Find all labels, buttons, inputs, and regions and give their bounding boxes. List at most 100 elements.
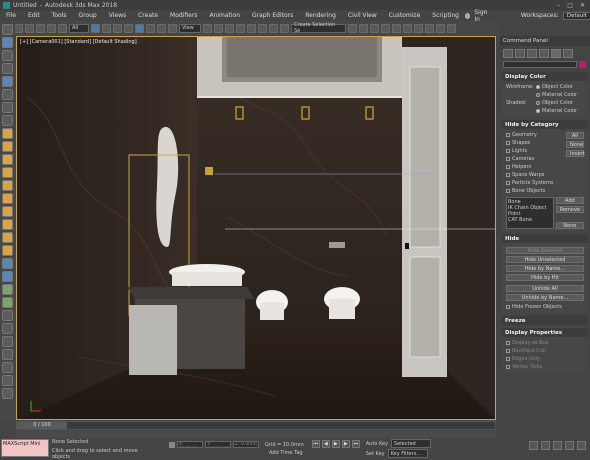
y-coordinate-field[interactable]: Y: 10080.85m <box>205 441 231 448</box>
category-list[interactable]: Bone IK Chain Object Point CAT Bone <box>506 197 554 229</box>
x-coordinate-field[interactable]: X: 3377.95m <box>177 441 203 448</box>
systems-icon[interactable] <box>2 336 13 347</box>
undo-icon[interactable] <box>14 23 23 33</box>
time-slider[interactable]: 0 / 100 <box>17 422 67 429</box>
menu-customize[interactable]: Customize <box>383 12 427 19</box>
hide-selected-button[interactable]: Hide Selected <box>506 247 584 254</box>
field-of-view-icon[interactable] <box>553 441 562 450</box>
go-to-end-icon[interactable]: ⏭ <box>351 440 360 448</box>
mirror-icon[interactable] <box>348 23 357 33</box>
maxscript-listener[interactable]: MAXScript Mini <box>1 439 49 457</box>
helper-icon[interactable] <box>2 310 13 321</box>
tube-icon[interactable] <box>2 219 13 230</box>
object-name-field[interactable] <box>503 61 577 68</box>
curve-editor-icon[interactable] <box>392 23 401 33</box>
expand-icon[interactable] <box>2 24 13 35</box>
menu-rendering[interactable]: Rendering <box>299 12 342 19</box>
zoom-all-icon[interactable] <box>541 441 550 450</box>
none-button[interactable]: None <box>566 141 584 148</box>
hide-by-category-header[interactable]: Hide by Category <box>502 120 588 129</box>
object-paint-icon[interactable] <box>2 89 13 100</box>
bone-objects-checkbox[interactable] <box>506 189 510 193</box>
hide-frozen-checkbox[interactable] <box>506 305 510 309</box>
display-icon[interactable] <box>2 63 13 74</box>
viewport-label[interactable]: [+] [Camera001] [Standard] [Default Shad… <box>20 39 137 45</box>
geometry-checkbox[interactable] <box>506 133 510 137</box>
camera-icon[interactable] <box>2 297 13 308</box>
hide-by-name-button[interactable]: Hide by Name... <box>506 265 584 272</box>
teapot-icon[interactable] <box>2 180 13 191</box>
pivot-center-icon[interactable] <box>203 23 212 33</box>
previous-frame-icon[interactable]: ◀ <box>321 440 330 448</box>
motion-icon[interactable] <box>2 375 13 386</box>
spinner-snap-icon[interactable] <box>269 23 278 33</box>
add-category-button[interactable]: Add <box>555 197 584 204</box>
hierarchy-icon[interactable] <box>2 362 13 373</box>
selection-icon[interactable] <box>2 76 13 87</box>
keyboard-shortcut-icon[interactable] <box>225 23 234 33</box>
modifier-icon[interactable] <box>2 349 13 360</box>
percent-snap-icon[interactable] <box>258 23 267 33</box>
space-warps-checkbox[interactable] <box>506 173 510 177</box>
populate-icon[interactable] <box>2 115 13 126</box>
box-icon[interactable] <box>2 128 13 139</box>
display-properties-header[interactable]: Display Properties <box>502 328 588 337</box>
spacewarp-icon[interactable] <box>2 323 13 334</box>
render-production-icon[interactable] <box>447 23 456 33</box>
lock-icon[interactable] <box>169 441 175 448</box>
vertex-ticks-checkbox[interactable] <box>506 365 510 369</box>
render-setup-icon[interactable] <box>425 23 434 33</box>
link-icon[interactable] <box>36 23 45 33</box>
schematic-view-icon[interactable] <box>403 23 412 33</box>
geosphere-icon[interactable] <box>2 206 13 217</box>
sphere-icon[interactable] <box>2 141 13 152</box>
select-by-name-icon[interactable] <box>102 23 111 33</box>
layer-explorer-icon[interactable] <box>370 23 379 33</box>
minimize-icon[interactable]: – <box>557 2 560 9</box>
display-tab-icon[interactable] <box>551 48 561 58</box>
display-color-header[interactable]: Display Color <box>502 72 588 81</box>
unhide-all-button[interactable]: Unhide All <box>506 285 584 292</box>
reference-coordinate-dropdown[interactable]: View <box>179 23 201 33</box>
torus-icon[interactable] <box>2 167 13 178</box>
menu-animation[interactable]: Animation <box>203 12 246 19</box>
zoom-icon[interactable] <box>529 441 538 450</box>
selection-filter-dropdown[interactable]: All <box>69 23 89 33</box>
edges-only-checkbox[interactable] <box>506 357 510 361</box>
cylinder-icon[interactable] <box>2 154 13 165</box>
menu-create[interactable]: Create <box>132 12 164 19</box>
user-icon[interactable] <box>464 12 471 19</box>
bind-spacewarp-icon[interactable] <box>58 23 67 33</box>
workspace-dropdown[interactable]: Default <box>562 11 590 20</box>
helpers-checkbox[interactable] <box>506 165 510 169</box>
plane-icon[interactable] <box>2 245 13 256</box>
menu-graph-editors[interactable]: Graph Editors <box>246 12 299 19</box>
layer-icon[interactable] <box>2 50 13 61</box>
toggle-ribbon-icon[interactable] <box>381 23 390 33</box>
menu-file[interactable]: File <box>0 12 22 19</box>
unlink-icon[interactable] <box>47 23 56 33</box>
rendered-frame-window-icon[interactable] <box>436 23 445 33</box>
z-coordinate-field[interactable]: Z: 0.0mm <box>233 441 259 448</box>
select-move-icon[interactable] <box>135 23 144 33</box>
freeform-icon[interactable] <box>2 102 13 113</box>
menu-civil-view[interactable]: Civil View <box>342 12 383 19</box>
menu-group[interactable]: Group <box>72 12 102 19</box>
utilities-icon[interactable] <box>2 388 13 399</box>
orbit-icon[interactable] <box>577 441 586 450</box>
named-selection-dropdown[interactable]: Create Selection Se <box>291 22 346 34</box>
camera-viewport[interactable]: [+] [Camera001] [Standard] [Default Shad… <box>16 36 496 420</box>
window-crossing-icon[interactable] <box>124 23 133 33</box>
material-editor-icon[interactable] <box>414 23 423 33</box>
maximize-icon[interactable]: □ <box>567 2 573 9</box>
add-time-tag-button[interactable]: Add Time Tag <box>269 450 304 456</box>
go-to-start-icon[interactable]: ⏮ <box>311 440 320 448</box>
hide-unselected-button[interactable]: Hide Unselected <box>506 256 584 263</box>
light-icon[interactable] <box>2 284 13 295</box>
shaded-object-color-radio[interactable] <box>536 101 540 105</box>
menu-modifiers[interactable]: Modifiers <box>164 12 203 19</box>
none-category-button[interactable]: None <box>555 222 584 229</box>
play-icon[interactable]: ▶ <box>331 440 340 448</box>
shaded-material-color-radio[interactable] <box>536 109 540 113</box>
menu-tools[interactable]: Tools <box>46 12 73 19</box>
